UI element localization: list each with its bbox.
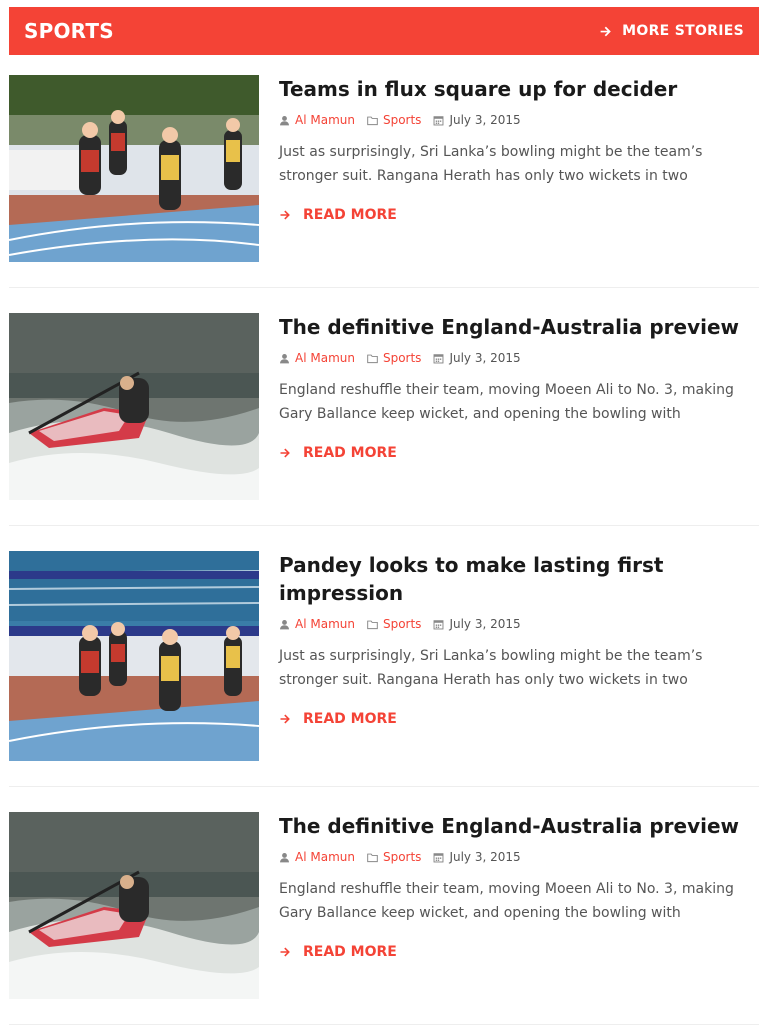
- user-icon: [279, 353, 290, 364]
- read-more-link[interactable]: READ MORE: [279, 207, 759, 223]
- article-date: July 3, 2015: [449, 617, 521, 631]
- meta-author: Al Mamun: [279, 113, 355, 127]
- calendar-icon: [433, 115, 444, 126]
- meta-author: Al Mamun: [279, 351, 355, 365]
- calendar-icon: [433, 852, 444, 863]
- article-date: July 3, 2015: [449, 113, 521, 127]
- article-meta: Al Mamun Sports July 3, 2015: [279, 350, 759, 366]
- runners-photo: [9, 75, 259, 262]
- user-icon: [279, 619, 290, 630]
- article-body: The definitive England-Australia preview…: [279, 812, 759, 960]
- folder-icon: [367, 353, 378, 364]
- meta-date: July 3, 2015: [433, 351, 521, 365]
- author-link[interactable]: Al Mamun: [295, 617, 355, 631]
- article-excerpt: England reshuffle their team, moving Moe…: [279, 382, 734, 422]
- arrow-right-icon: [279, 447, 291, 459]
- more-stories-link[interactable]: MORE STORIES: [599, 23, 744, 39]
- user-icon: [279, 115, 290, 126]
- meta-category: Sports: [367, 617, 421, 631]
- read-more-label: READ MORE: [303, 445, 397, 461]
- divider: [9, 287, 759, 288]
- article-body: Pandey looks to make lasting first impre…: [279, 551, 759, 727]
- arrow-right-icon: [599, 25, 612, 38]
- article-meta: Al Mamun Sports July 3, 2015: [279, 112, 759, 128]
- runners-pool-photo: [9, 551, 259, 761]
- category-link[interactable]: Sports: [383, 617, 421, 631]
- category-link[interactable]: Sports: [383, 850, 421, 864]
- article-thumbnail[interactable]: [9, 551, 259, 761]
- article-title[interactable]: The definitive England-Australia preview: [279, 812, 759, 840]
- article-excerpt: Just as surprisingly, Sri Lanka’s bowlin…: [279, 648, 703, 688]
- article-meta: Al Mamun Sports July 3, 2015: [279, 849, 759, 865]
- windsurfer-photo: [9, 812, 259, 999]
- read-more-link[interactable]: READ MORE: [279, 711, 759, 727]
- windsurfer-photo: [9, 313, 259, 500]
- meta-author: Al Mamun: [279, 617, 355, 631]
- article-meta: Al Mamun Sports July 3, 2015: [279, 616, 759, 632]
- calendar-icon: [433, 619, 444, 630]
- article-thumbnail[interactable]: [9, 75, 259, 262]
- section-title: SPORTS: [24, 19, 114, 43]
- article-title[interactable]: The definitive England-Australia preview: [279, 313, 759, 341]
- meta-category: Sports: [367, 113, 421, 127]
- article-excerpt: England reshuffle their team, moving Moe…: [279, 881, 734, 921]
- folder-icon: [367, 852, 378, 863]
- author-link[interactable]: Al Mamun: [295, 351, 355, 365]
- folder-icon: [367, 115, 378, 126]
- meta-category: Sports: [367, 351, 421, 365]
- meta-date: July 3, 2015: [433, 113, 521, 127]
- arrow-right-icon: [279, 209, 291, 221]
- arrow-right-icon: [279, 713, 291, 725]
- user-icon: [279, 852, 290, 863]
- article-body: Teams in flux square up for decider Al M…: [279, 75, 759, 223]
- meta-date: July 3, 2015: [433, 850, 521, 864]
- meta-category: Sports: [367, 850, 421, 864]
- category-link[interactable]: Sports: [383, 113, 421, 127]
- article-body: The definitive England-Australia preview…: [279, 313, 759, 461]
- calendar-icon: [433, 353, 444, 364]
- article-date: July 3, 2015: [449, 850, 521, 864]
- author-link[interactable]: Al Mamun: [295, 113, 355, 127]
- read-more-link[interactable]: READ MORE: [279, 944, 759, 960]
- article-card: Teams in flux square up for decider Al M…: [9, 75, 759, 262]
- read-more-link[interactable]: READ MORE: [279, 445, 759, 461]
- article-card: Pandey looks to make lasting first impre…: [9, 551, 759, 761]
- article-card: The definitive England-Australia preview…: [9, 313, 759, 500]
- category-link[interactable]: Sports: [383, 351, 421, 365]
- read-more-label: READ MORE: [303, 711, 397, 727]
- section-header: SPORTS MORE STORIES: [9, 7, 759, 55]
- divider: [9, 786, 759, 787]
- more-stories-label: MORE STORIES: [622, 23, 744, 39]
- arrow-right-icon: [279, 946, 291, 958]
- divider: [9, 525, 759, 526]
- folder-icon: [367, 619, 378, 630]
- article-title[interactable]: Pandey looks to make lasting first impre…: [279, 551, 759, 607]
- author-link[interactable]: Al Mamun: [295, 850, 355, 864]
- read-more-label: READ MORE: [303, 207, 397, 223]
- read-more-label: READ MORE: [303, 944, 397, 960]
- meta-date: July 3, 2015: [433, 617, 521, 631]
- article-card: The definitive England-Australia preview…: [9, 812, 759, 999]
- article-title[interactable]: Teams in flux square up for decider: [279, 75, 759, 103]
- article-date: July 3, 2015: [449, 351, 521, 365]
- meta-author: Al Mamun: [279, 850, 355, 864]
- article-thumbnail[interactable]: [9, 812, 259, 999]
- article-thumbnail[interactable]: [9, 313, 259, 500]
- article-excerpt: Just as surprisingly, Sri Lanka’s bowlin…: [279, 144, 703, 184]
